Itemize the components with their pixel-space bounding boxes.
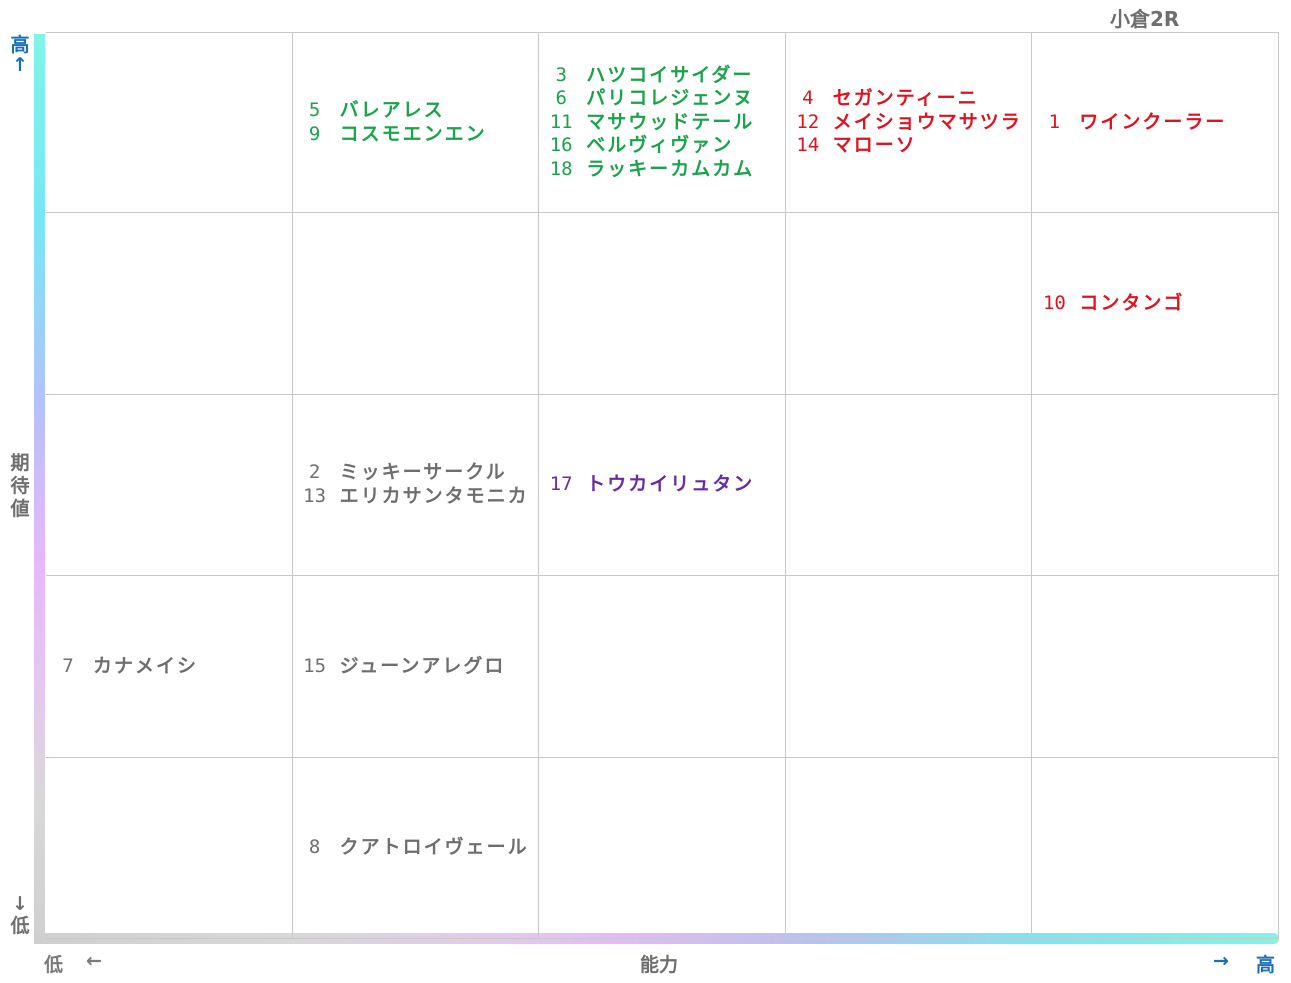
horse-entry: 7 カナメイシ (50, 655, 292, 679)
horse-name: バレアレス (339, 99, 445, 122)
y-axis-high: 高 ↑ (10, 35, 30, 75)
grid-cell: 15 ジューンアレグロ (292, 576, 540, 758)
horse-number: 5 (308, 99, 321, 122)
horse-name: ハツコイサイダー (586, 63, 754, 86)
y-axis-label-char: 値 (10, 498, 30, 520)
y-axis-label-char: 待 (10, 475, 30, 497)
grid-cell (785, 576, 1033, 758)
horse-number: 14 (796, 134, 820, 157)
grid-cell (539, 757, 786, 939)
grid-cell: 4 セガンティーニ 12 メイショウマサツラ 14 マローソ (785, 32, 1033, 214)
horse-name: コンタンゴ (1079, 291, 1185, 314)
horse-name: メイショウマサツラ (832, 110, 1022, 133)
horse-name: エリカサンタモニカ (339, 484, 529, 507)
y-axis-label-char: 期 (10, 452, 30, 474)
grid-cell (785, 757, 1033, 939)
horse-number: 10 (1042, 291, 1066, 314)
x-axis-label: 能力 (640, 954, 679, 976)
horse-number: 9 (308, 122, 321, 145)
grid-cell: 7 カナメイシ (46, 576, 293, 758)
horse-entry: 6 パリコレジェンヌ (543, 87, 785, 111)
horse-number: 7 (62, 654, 74, 677)
x-axis-high-label: 高 (1256, 954, 1276, 976)
horse-number: 12 (796, 110, 820, 133)
grid-cell: 1 ワインクーラー (1032, 32, 1279, 214)
grid-cell (1032, 757, 1279, 939)
expectation-ability-grid: 5 バレアレス 9 コスモエンエン 3 ハツコイサイダー 6 パリコレジェンヌ 11 マサウッドテ… (46, 32, 1279, 939)
y-axis-bar (34, 34, 45, 942)
horse-entry: 16 ベルヴィヴァン (543, 134, 785, 158)
horse-name: パリコレジェンヌ (586, 87, 755, 110)
grid-cell (46, 213, 293, 395)
grid-cell: 10 コンタンゴ (1032, 213, 1279, 395)
horse-name: ラッキーカムカム (586, 157, 755, 180)
grid-cell: 5 バレアレス 9 コスモエンエン (292, 32, 540, 214)
horse-entry: 14 マローソ (790, 134, 1032, 158)
horse-entry: 13 エリカサンタモニカ (297, 485, 539, 509)
grid-cell (46, 32, 293, 214)
grid-cell (46, 394, 293, 577)
horse-entry: 2 ミッキーサークル (297, 461, 539, 485)
horse-number: 13 (303, 484, 327, 507)
horse-entry: 8 クアトロイヴェール (297, 836, 539, 860)
horse-name: セガンティーニ (832, 87, 979, 110)
grid-cell: 2 ミッキーサークル 13 エリカサンタモニカ (292, 394, 540, 577)
grid-cell: 3 ハツコイサイダー 6 パリコレジェンヌ 11 マサウッドテール 16 ベルヴィヴァン 18 ラ… (539, 32, 786, 214)
grid-cell: 8 クアトロイヴェール (292, 757, 540, 939)
grid-cell (539, 576, 786, 758)
horse-number: 6 (555, 87, 567, 110)
horse-number: 4 (802, 87, 814, 110)
grid-cell (46, 757, 293, 939)
horse-number: 8 (308, 836, 321, 859)
horse-name: マサウッドテール (586, 110, 755, 133)
horse-entry: 3 ハツコイサイダー (543, 64, 785, 88)
horse-entry: 5 バレアレス (297, 99, 539, 123)
horse-number: 1 (1048, 110, 1061, 133)
horse-name: コスモエンエン (339, 122, 487, 145)
horse-name: ミッキーサークル (339, 461, 507, 484)
up-arrow-icon: ↑ (12, 54, 28, 76)
horse-entry: 10 コンタンゴ (1036, 292, 1278, 316)
horse-name: クアトロイヴェール (339, 836, 529, 859)
horse-number: 15 (303, 654, 327, 677)
horse-name: ワインクーラー (1079, 110, 1227, 133)
grid-cell (785, 394, 1033, 577)
grid-cell (1032, 394, 1279, 577)
x-axis-low-label: 低 (44, 954, 64, 976)
horse-entry: 11 マサウッドテール (543, 111, 785, 135)
horse-number: 17 (549, 473, 573, 496)
horse-name: カナメイシ (93, 654, 199, 677)
grid-cell: 17 トウカイリュタン (539, 394, 786, 577)
horse-number: 2 (308, 461, 321, 484)
horse-number: 16 (549, 134, 573, 157)
y-axis-low: ↓ 低 (10, 893, 30, 937)
horse-entry: 4 セガンティーニ (790, 87, 1032, 111)
horse-entry: 18 ラッキーカムカム (543, 158, 785, 182)
grid-cell (1032, 576, 1279, 758)
left-arrow-icon: ← (86, 950, 102, 972)
grid-cell (785, 213, 1033, 395)
horse-entry: 17 トウカイリュタン (543, 473, 785, 497)
horse-number: 11 (549, 110, 573, 133)
horse-entry: 12 メイショウマサツラ (790, 111, 1032, 135)
horse-entry: 9 コスモエンエン (297, 123, 539, 147)
horse-name: ベルヴィヴァン (586, 134, 734, 157)
right-arrow-icon: → (1213, 950, 1229, 972)
horse-name: マローソ (832, 134, 917, 157)
horse-number: 3 (555, 63, 567, 86)
down-arrow-icon: ↓ (12, 893, 28, 915)
horse-name: トウカイリュタン (586, 473, 755, 496)
grid-cell (539, 213, 786, 395)
horse-entry: 1 ワインクーラー (1036, 111, 1278, 135)
y-axis-low-label: 低 (10, 915, 30, 937)
grid-cell (292, 213, 540, 395)
race-title: 小倉2R (1110, 7, 1180, 31)
y-axis-label: 期待値 (10, 452, 30, 521)
horse-name: ジューンアレグロ (339, 654, 506, 677)
horse-entry: 15 ジューンアレグロ (297, 655, 539, 679)
y-axis-high-label: 高 (10, 34, 30, 56)
horse-number: 18 (549, 157, 573, 180)
